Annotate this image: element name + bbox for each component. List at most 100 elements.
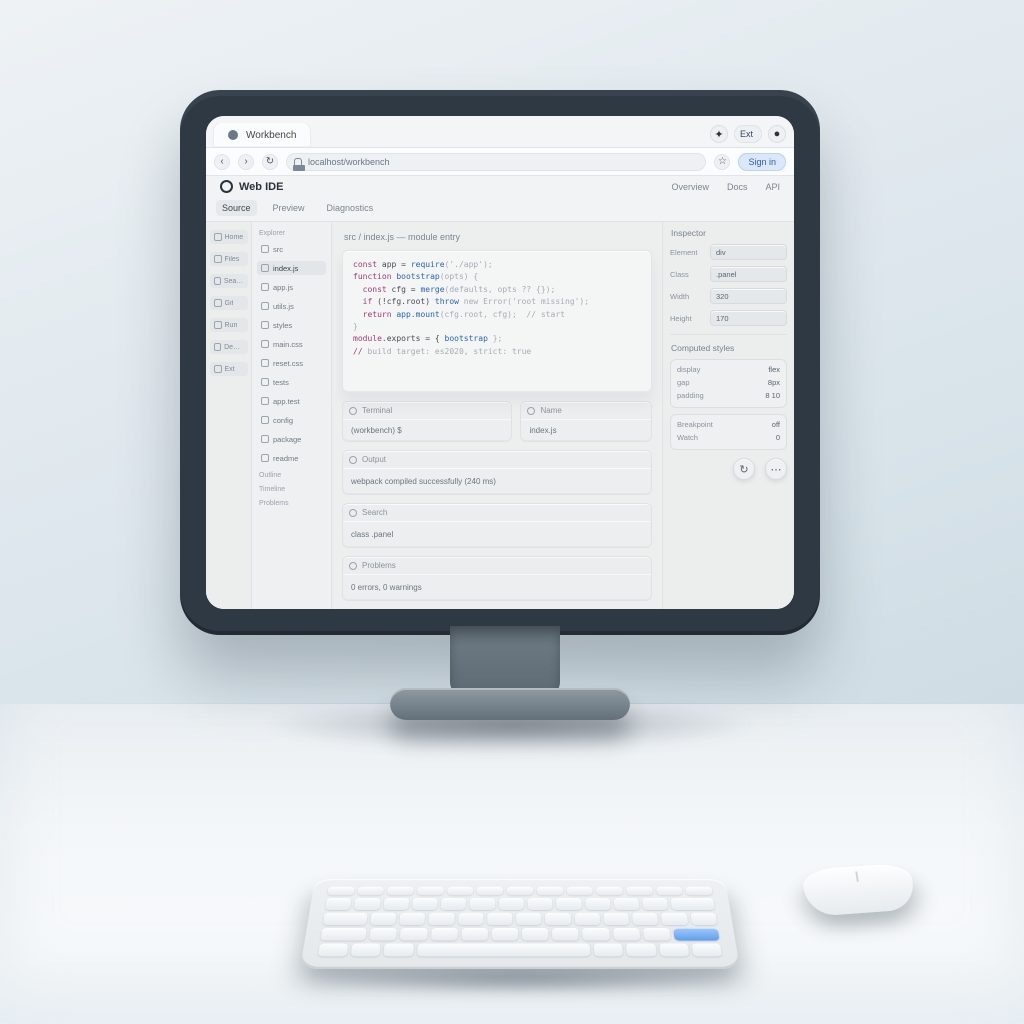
file-label: app.js xyxy=(273,283,293,292)
field-label: Width xyxy=(670,292,704,301)
signin-button[interactable]: Sign in xyxy=(738,153,786,171)
name-value[interactable]: index.js xyxy=(521,419,651,441)
style-name: display xyxy=(677,365,700,374)
panel-header[interactable]: Output xyxy=(343,451,651,468)
action-row[interactable]: Breakpoint off xyxy=(671,418,786,431)
extensions-button[interactable]: ✦ xyxy=(710,125,728,143)
output-panel: Output webpack compiled successfully (24… xyxy=(342,450,652,495)
file-item[interactable]: tests xyxy=(257,375,326,389)
file-item[interactable]: app.test xyxy=(257,394,326,408)
tab-source[interactable]: Source xyxy=(216,200,257,216)
field-label: Class xyxy=(670,270,704,279)
nav-label: Ext xyxy=(225,366,235,373)
bookmark-button[interactable]: ☆ xyxy=(714,154,730,170)
panel-header[interactable]: Problems xyxy=(343,557,651,574)
field-input[interactable]: 320 xyxy=(710,288,787,304)
keyboard xyxy=(300,879,740,969)
file-label: package xyxy=(273,435,301,444)
file-item[interactable]: styles xyxy=(257,318,326,332)
more-button[interactable]: ⋯ xyxy=(765,458,787,480)
nav-item-3[interactable]: Git xyxy=(210,296,248,310)
nav-item-1[interactable]: Files xyxy=(210,252,248,266)
file-item[interactable]: index.js xyxy=(257,261,326,275)
action-name: Watch xyxy=(677,433,698,442)
file-item[interactable]: utils.js xyxy=(257,299,326,313)
problems-panel: Problems 0 errors, 0 warnings xyxy=(342,556,652,601)
lock-icon xyxy=(294,158,302,166)
tab-diagnostics[interactable]: Diagnostics xyxy=(321,200,380,216)
file-item[interactable]: readme xyxy=(257,451,326,465)
chevron-left-icon: ‹ xyxy=(220,156,223,167)
extension-chip[interactable]: Ext xyxy=(734,125,762,143)
monitor-bezel: Workbench ✦ Ext ● ‹ xyxy=(180,90,820,635)
inspector-header: Inspector xyxy=(670,228,787,238)
nav-item-2[interactable]: Search xyxy=(210,274,248,288)
header-links: Overview Docs API xyxy=(669,180,782,194)
style-row[interactable]: gap 8px xyxy=(671,376,786,389)
style-value: 8px xyxy=(768,378,780,387)
file-item[interactable]: app.js xyxy=(257,280,326,294)
screen: Workbench ✦ Ext ● ‹ xyxy=(206,116,794,609)
inspector-field: Height 170 xyxy=(670,310,787,326)
panel-header[interactable]: Terminal xyxy=(343,402,511,419)
header-link-2[interactable]: API xyxy=(763,180,782,194)
panel-header[interactable]: Search xyxy=(343,504,651,521)
file-item[interactable]: config xyxy=(257,413,326,427)
editor-column: src / index.js — module entry const app … xyxy=(332,222,662,609)
inspector-field: Class .panel xyxy=(670,266,787,282)
inspector-subheader: Computed styles xyxy=(670,343,787,353)
action-row[interactable]: Watch 0 xyxy=(671,431,786,444)
panel-header[interactable]: Name xyxy=(521,402,651,419)
terminal-input[interactable]: (workbench) $ xyxy=(343,419,511,441)
file-item[interactable]: src xyxy=(257,242,326,256)
back-button[interactable]: ‹ xyxy=(214,154,230,170)
explorer: Explorer src index.js app.js utils.js st… xyxy=(252,222,332,609)
refresh-icon: ↻ xyxy=(739,463,748,476)
editor-breadcrumb[interactable]: src / index.js — module entry xyxy=(342,230,652,242)
tab-preview[interactable]: Preview xyxy=(267,200,311,216)
activity-bar: Home Files Search Git Run Debug Ext xyxy=(206,222,252,609)
explorer-header: Explorer xyxy=(259,230,326,237)
nav-label: Search xyxy=(224,278,244,285)
nav-item-6[interactable]: Ext xyxy=(210,362,248,376)
reload-button[interactable]: ↻ xyxy=(262,154,278,170)
chip-label: Ext xyxy=(740,129,753,139)
explorer-group[interactable]: Outline xyxy=(259,472,326,479)
nav-item-5[interactable]: Debug xyxy=(210,340,248,354)
file-item[interactable]: main.css xyxy=(257,337,326,351)
action-value: off xyxy=(772,420,780,429)
file-label: main.css xyxy=(273,340,303,349)
tab-title: Workbench xyxy=(246,130,296,141)
style-name: gap xyxy=(677,378,690,387)
explorer-group[interactable]: Timeline xyxy=(259,486,326,493)
more-icon: ⋯ xyxy=(771,463,782,476)
file-item[interactable]: reset.css xyxy=(257,356,326,370)
field-input[interactable]: div xyxy=(710,244,787,260)
header-link-0[interactable]: Overview xyxy=(669,180,711,194)
editor-tabs: Source Preview Diagnostics xyxy=(216,200,379,216)
style-row[interactable]: padding 8 10 xyxy=(671,389,786,402)
app-body: Home Files Search Git Run Debug Ext Expl… xyxy=(206,176,794,609)
browser-tab[interactable]: Workbench xyxy=(214,123,310,147)
header-link-1[interactable]: Docs xyxy=(725,180,750,194)
favicon-icon xyxy=(228,130,238,140)
style-row[interactable]: display flex xyxy=(671,363,786,376)
nav-item-0[interactable]: Home xyxy=(210,230,248,244)
app-title-text: Web IDE xyxy=(239,181,283,193)
search-input[interactable]: class .panel xyxy=(343,521,651,547)
monitor-stand-foot xyxy=(390,688,630,720)
explorer-group[interactable]: Problems xyxy=(259,500,326,507)
file-item[interactable]: package xyxy=(257,432,326,446)
refresh-button[interactable]: ↻ xyxy=(733,458,755,480)
profile-button[interactable]: ● xyxy=(768,125,786,143)
field-label: Element xyxy=(670,248,704,257)
nav-item-4[interactable]: Run xyxy=(210,318,248,332)
browser-tabstrip: Workbench ✦ Ext ● xyxy=(206,116,794,148)
code-editor[interactable]: const app = require('./app');function bo… xyxy=(342,250,652,393)
field-input[interactable]: 170 xyxy=(710,310,787,326)
field-input[interactable]: .panel xyxy=(710,266,787,282)
url-field[interactable]: localhost/workbench xyxy=(286,153,706,171)
reload-icon: ↻ xyxy=(266,156,274,167)
forward-button[interactable]: › xyxy=(238,154,254,170)
file-label: app.test xyxy=(273,397,300,406)
